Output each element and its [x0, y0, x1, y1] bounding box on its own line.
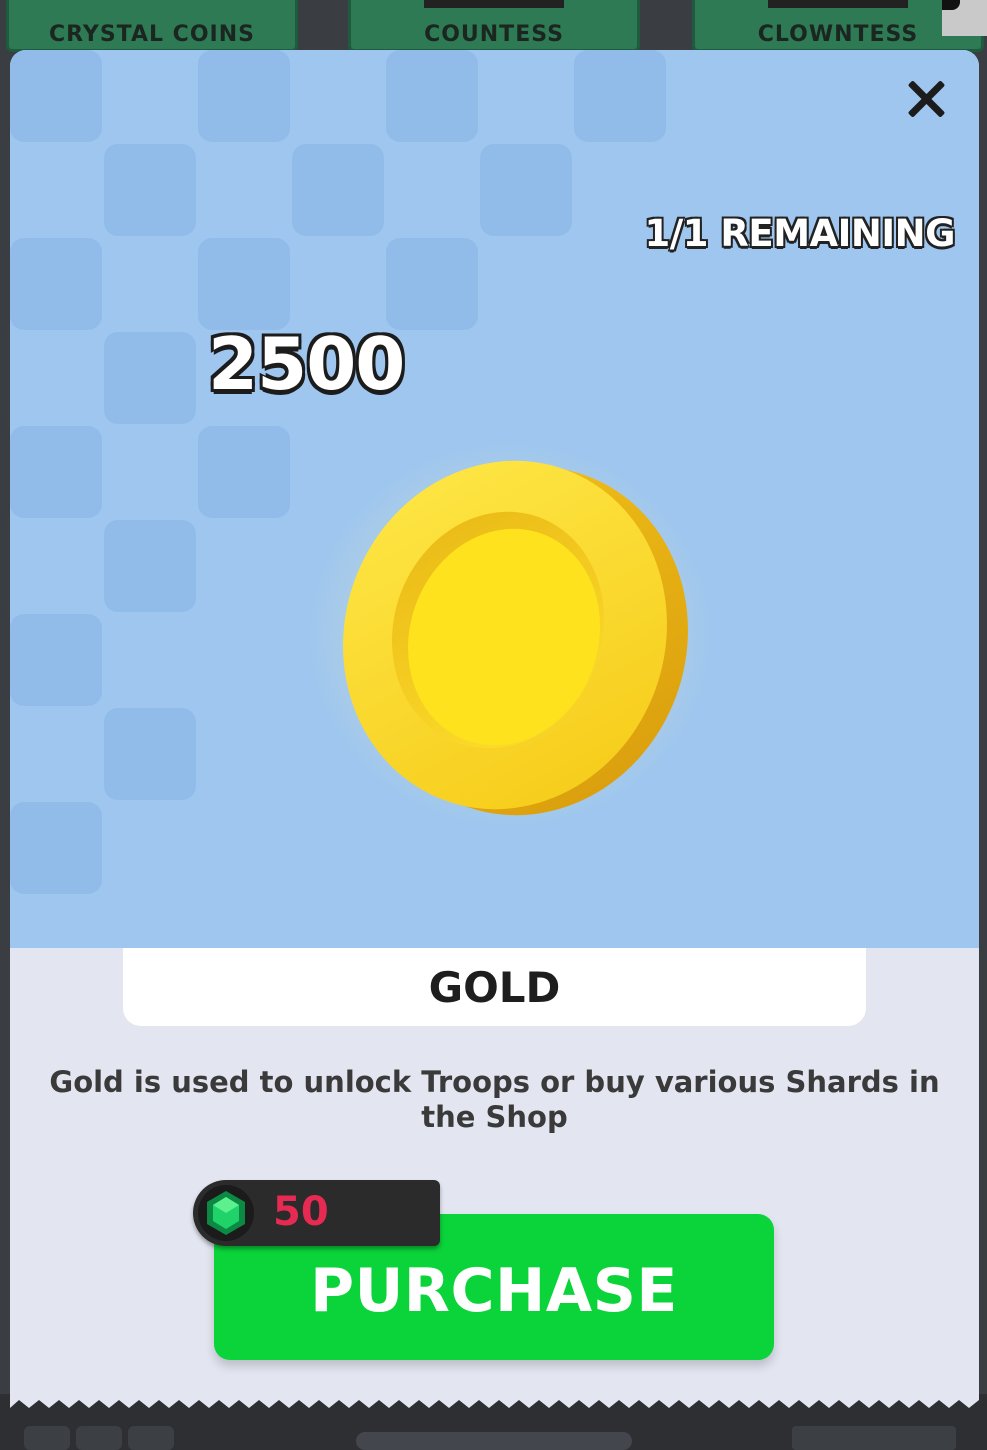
price-value: 50: [273, 1189, 329, 1235]
tab-label: CLOWNTESS: [757, 22, 919, 47]
item-name-bar: GOLD: [123, 948, 866, 1026]
gem-icon: [198, 1185, 254, 1241]
tab-clowntess[interactable]: CLOWNTESS: [692, 0, 984, 52]
price-tag: 50: [193, 1180, 440, 1246]
tab-header-bar: [424, 0, 564, 8]
purchase-label: PURCHASE: [310, 1256, 678, 1326]
corner-fragment: [942, 0, 987, 36]
item-name: GOLD: [428, 962, 561, 1012]
tab-header-bar: [768, 0, 908, 8]
tab-label: COUNTESS: [424, 22, 564, 47]
tab-countess[interactable]: COUNTESS: [348, 0, 640, 52]
offer-hero: 1/1 REMAINING 2500: [10, 50, 979, 948]
item-description: Gold is used to unlock Troops or buy var…: [49, 1065, 940, 1134]
remaining-count: 1/1 REMAINING: [644, 212, 956, 255]
close-icon[interactable]: [903, 76, 949, 122]
offer-modal: 1/1 REMAINING 2500 GOLD Gold is used to …: [10, 50, 979, 1410]
torn-edge: [0, 1394, 987, 1450]
tab-label: CRYSTAL COINS: [49, 22, 255, 47]
tab-crystal-coins[interactable]: CRYSTAL COINS: [6, 0, 298, 52]
gold-coin-icon: [305, 440, 715, 830]
reward-amount: 2500: [208, 322, 405, 406]
